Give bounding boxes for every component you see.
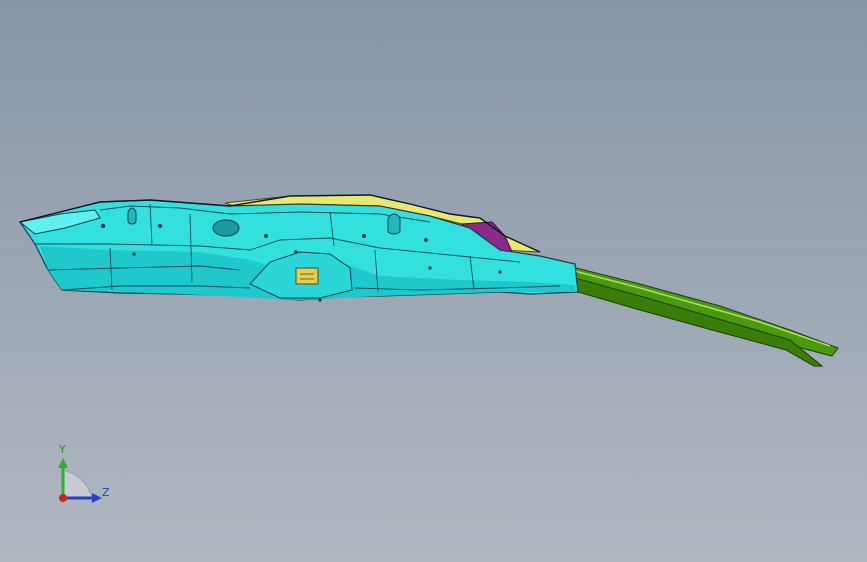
- oval-cutout: [212, 219, 240, 237]
- z-axis-label: Z: [102, 486, 110, 499]
- slot-left: [127, 207, 137, 225]
- bracket-icon[interactable]: [295, 267, 319, 285]
- rail-lower: [574, 277, 824, 367]
- 3d-part-model[interactable]: [0, 0, 867, 562]
- y-axis-label: Y: [59, 443, 66, 456]
- slot-right: [387, 213, 401, 235]
- graphics-viewport[interactable]: Y Z: [0, 0, 867, 562]
